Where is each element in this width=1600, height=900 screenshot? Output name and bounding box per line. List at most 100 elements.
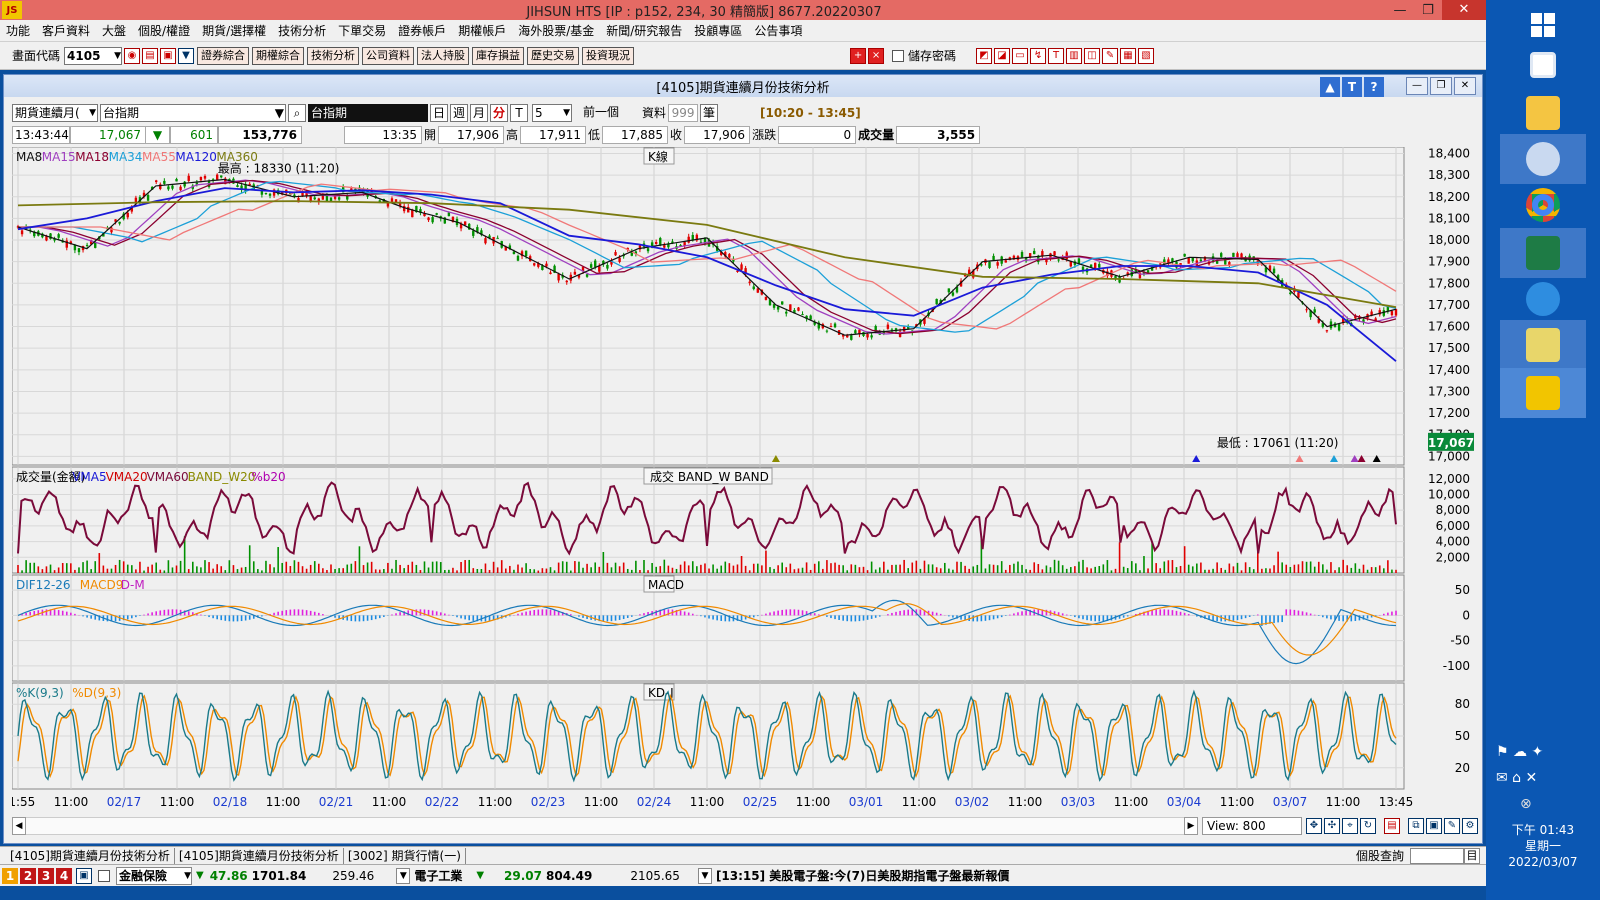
file-explorer-icon[interactable] [1500, 88, 1586, 138]
menu-item[interactable]: 證券帳戶 [398, 22, 446, 39]
window-close-button[interactable]: ✕ [1454, 77, 1476, 95]
view-count-field[interactable]: View: 800 [1202, 817, 1302, 835]
help-icon[interactable]: ? [1364, 77, 1384, 97]
menu-item[interactable]: 新聞/研究報告 [606, 22, 682, 39]
toolbar-button[interactable]: 歷史交易 [527, 46, 580, 65]
tool-icon[interactable]: ✣ [1324, 818, 1340, 834]
menu-item[interactable]: 公告事項 [754, 22, 802, 39]
menu-item[interactable]: 大盤 [102, 22, 126, 39]
remove-icon[interactable]: × [868, 47, 885, 64]
minimize-button[interactable]: — [1386, 3, 1414, 18]
period-month-button[interactable]: 月 [470, 104, 488, 122]
menu-item[interactable]: 期權帳戶 [458, 22, 506, 39]
slot-2-button[interactable]: 2 [20, 867, 36, 884]
menu-item[interactable]: 海外股票/基金 [518, 22, 594, 39]
window-restore-button[interactable]: ❐ [1430, 77, 1452, 95]
sector1-select[interactable]: 金融保險 ▼ [116, 866, 192, 885]
data-count-input[interactable]: 999 [668, 104, 699, 122]
scroll-left-icon[interactable]: ◀ [12, 817, 26, 835]
tool-icon[interactable]: ◫ [1084, 47, 1101, 64]
stock-query-input[interactable] [1410, 847, 1464, 864]
toolbar-button[interactable]: 投資現況 [582, 46, 635, 65]
tool-icon[interactable]: ▥ [1066, 47, 1083, 64]
chart-area[interactable]: 11:55 11:00 02/17 11:00 02/18 11:00 02/21 11:00… [1, 146, 1478, 815]
toolbar-button[interactable]: 法人持股 [417, 46, 470, 65]
folder-app-icon[interactable] [1500, 320, 1586, 370]
up-icon[interactable]: ▲ [1320, 77, 1340, 97]
code-input[interactable]: 4105 ▼ [64, 46, 123, 65]
scroll-track[interactable] [26, 817, 1184, 835]
draw-icon[interactable]: ✎ [1444, 818, 1460, 834]
tool-icon[interactable]: ◩ [976, 47, 993, 64]
toolbar-button[interactable]: 公司資料 [362, 46, 415, 65]
system-clock[interactable]: 下午 01:43 星期一 2022/03/07 [1486, 822, 1600, 870]
tool-icon[interactable]: ⌖ [1342, 818, 1358, 834]
tool-icon[interactable]: ↯ [1030, 47, 1047, 64]
symbol-select[interactable]: 台指期 ▼ [100, 104, 286, 122]
window-tab[interactable]: [4105]期貨連續月份技術分析 [6, 847, 175, 864]
period-tick-button[interactable]: T [510, 104, 528, 122]
ticker-checkbox[interactable] [98, 869, 110, 882]
stock-query-button[interactable]: 目 [1464, 847, 1480, 864]
scroll-right-icon[interactable]: ▶ [1184, 817, 1198, 835]
menu-item[interactable]: 期貨/選擇權 [202, 22, 266, 39]
tray-icons[interactable]: ⚑ ☁ ✦ [1496, 744, 1543, 760]
tool-icon[interactable]: ✥ [1306, 818, 1322, 834]
jihsun-app-icon[interactable] [1500, 368, 1586, 418]
toolbar-button[interactable]: 證券綜合 [197, 46, 250, 65]
slot-1-button[interactable]: 1 [2, 867, 18, 884]
notification-icon[interactable]: ⊗ [1520, 796, 1532, 812]
topmost-icon[interactable]: T [1342, 77, 1362, 97]
toolbar-button[interactable]: 技術分析 [307, 46, 360, 65]
print-icon[interactable]: ▤ [142, 47, 159, 64]
ie-icon[interactable] [1500, 274, 1586, 324]
tool-icon[interactable]: ▦ [1120, 47, 1137, 64]
news-headline[interactable]: [13:15] 美股電子盤:今(7)日美股期指電子盤最新報價 [716, 867, 1009, 884]
menu-item[interactable]: 功能 [6, 22, 30, 39]
maximize-button[interactable]: ❐ [1414, 3, 1442, 18]
menu-item[interactable]: 投顧專區 [694, 22, 742, 39]
menu-item[interactable]: 個股/權證 [138, 22, 190, 39]
interval-select[interactable]: 5 ▼ [532, 104, 572, 122]
tool-icon[interactable]: ✎ [1102, 47, 1119, 64]
period-minute-button[interactable]: 分 [490, 104, 508, 122]
chevron-down-icon[interactable]: ▼ [697, 867, 712, 884]
excel-icon[interactable] [1500, 228, 1586, 278]
tool-icon[interactable]: T [1048, 47, 1065, 64]
period-day-button[interactable]: 日 [430, 104, 448, 122]
menu-item[interactable]: 技術分析 [278, 22, 326, 39]
menu-item[interactable]: 客戶資料 [42, 22, 90, 39]
refresh-icon[interactable]: ↻ [1360, 818, 1376, 834]
lock-icon[interactable]: ▣ [76, 867, 92, 884]
period-week-button[interactable]: 週 [450, 104, 468, 122]
toolbar-button[interactable]: 庫存損益 [472, 46, 525, 65]
save-password-checkbox[interactable] [892, 49, 905, 62]
search-icon[interactable]: ◉ [124, 47, 141, 64]
window-tab[interactable]: [3002] 期貨行情(一) [344, 847, 466, 864]
search-icon[interactable]: ⌕ [288, 104, 306, 122]
contract-type-select[interactable]: 期貨連續月(▼ [12, 104, 98, 122]
window-minimize-button[interactable]: — [1406, 77, 1428, 95]
settings-icon[interactable]: ⚙ [1462, 818, 1478, 834]
prev-button[interactable]: 前一個 [576, 104, 626, 122]
tool-icon[interactable]: ▭ [1012, 47, 1029, 64]
dropdown-icon[interactable]: ▼ [178, 47, 195, 64]
window-tab[interactable]: [4105]期貨連續月份技術分析 [175, 847, 344, 864]
chrome-icon[interactable] [1500, 180, 1586, 230]
indicator-icon[interactable]: ▤ [1384, 818, 1400, 834]
paint-icon[interactable] [1500, 134, 1586, 184]
tray-icons-2[interactable]: ✉ ⌂ ✕ [1496, 770, 1537, 786]
add-icon[interactable]: + [850, 47, 867, 64]
slot-3-button[interactable]: 3 [38, 867, 54, 884]
tool-icon[interactable]: ◪ [994, 47, 1011, 64]
menu-item[interactable]: 下單交易 [338, 22, 386, 39]
task-view-icon[interactable] [1500, 40, 1586, 90]
chevron-down-icon[interactable]: ▼ [396, 867, 411, 884]
tool-icon[interactable]: ▧ [1138, 47, 1155, 64]
copy-icon[interactable]: ⧉ [1408, 818, 1424, 834]
folder-icon[interactable]: ▣ [160, 47, 177, 64]
toolbar-button[interactable]: 期權綜合 [252, 46, 305, 65]
save-icon[interactable]: ▣ [1426, 818, 1442, 834]
chart-svg[interactable]: 11:55 11:00 02/17 11:00 02/18 11:00 02/21 11:00… [1, 146, 1478, 815]
slot-4-button[interactable]: 4 [56, 867, 72, 884]
